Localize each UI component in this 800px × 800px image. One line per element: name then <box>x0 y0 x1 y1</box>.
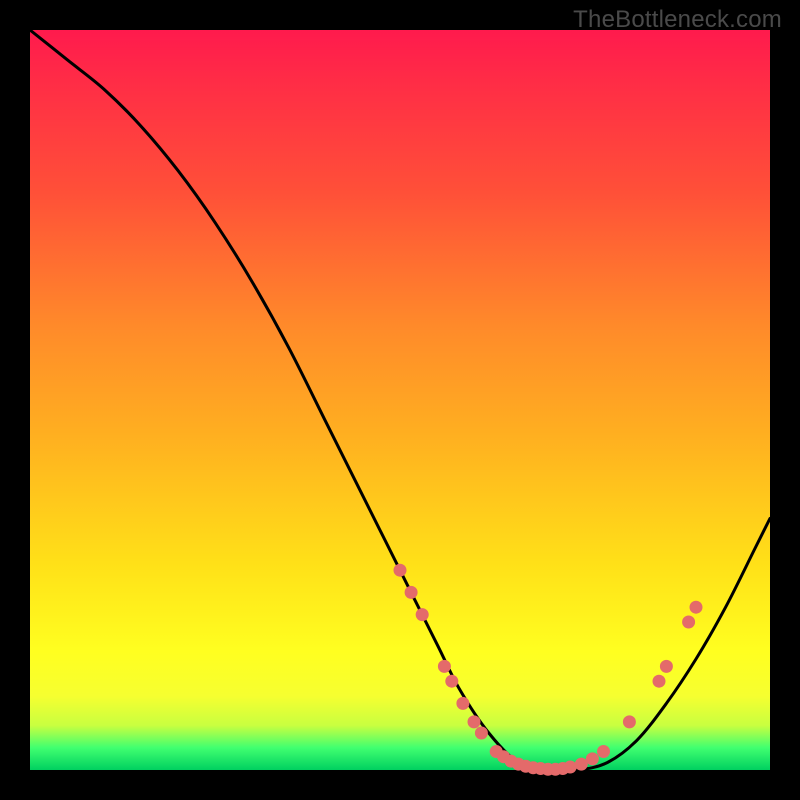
curve-marker <box>575 758 588 771</box>
curve-marker <box>653 675 666 688</box>
curve-marker <box>416 608 429 621</box>
curve-marker <box>438 660 451 673</box>
curve-marker <box>468 715 481 728</box>
curve-marker <box>445 675 458 688</box>
curve-marker <box>690 601 703 614</box>
curve-marker <box>623 715 636 728</box>
curve-svg <box>30 30 770 770</box>
curve-marker <box>564 761 577 774</box>
curve-marker <box>394 564 407 577</box>
curve-marker <box>475 727 488 740</box>
curve-marker <box>456 697 469 710</box>
curve-marker <box>405 586 418 599</box>
bottleneck-curve <box>30 30 770 771</box>
curve-marker <box>586 752 599 765</box>
plot-area <box>30 30 770 770</box>
curve-marker <box>682 616 695 629</box>
outer-frame: TheBottleneck.com <box>0 0 800 800</box>
curve-marker <box>660 660 673 673</box>
curve-markers <box>394 564 703 776</box>
curve-marker <box>597 745 610 758</box>
